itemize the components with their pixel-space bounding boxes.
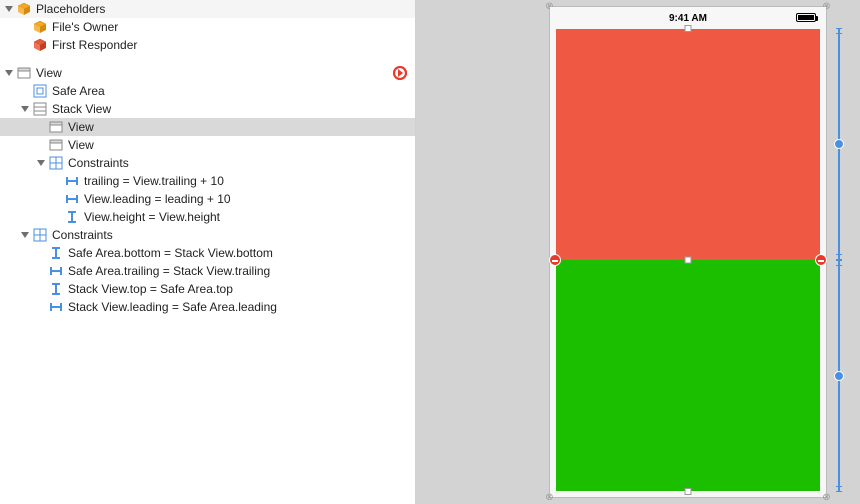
disclosure-triangle-icon[interactable] bbox=[4, 4, 14, 14]
outline-label: Placeholders bbox=[36, 0, 105, 18]
stack-view-canvas[interactable] bbox=[556, 29, 820, 491]
constraint-icon bbox=[48, 263, 64, 279]
stack-icon bbox=[32, 101, 48, 117]
outline-label: Safe Area.bottom = Stack View.bottom bbox=[68, 244, 273, 262]
view-icon bbox=[48, 119, 64, 135]
ruler-handle-icon[interactable] bbox=[834, 139, 844, 149]
ruler-segment bbox=[838, 28, 840, 260]
resize-handle-icon[interactable] bbox=[685, 257, 692, 264]
error-indicator-icon[interactable] bbox=[393, 66, 407, 80]
outline-label: Safe Area bbox=[52, 82, 105, 100]
constraints-icon bbox=[48, 155, 64, 171]
constraint-icon bbox=[48, 245, 64, 261]
top-child-view[interactable] bbox=[556, 29, 820, 260]
outline-label: View bbox=[36, 64, 62, 82]
view-icon bbox=[16, 65, 32, 81]
resize-handle-icon[interactable] bbox=[685, 488, 692, 495]
ruler-segment bbox=[838, 260, 840, 492]
constraint-icon bbox=[48, 281, 64, 297]
outline-label: First Responder bbox=[52, 36, 137, 54]
disclosure-triangle-icon[interactable] bbox=[36, 158, 46, 168]
outline-row-safe-area[interactable]: Safe Area bbox=[0, 82, 415, 100]
outline-row-constraint[interactable]: View.leading = leading + 10 bbox=[0, 190, 415, 208]
constraint-icon bbox=[48, 299, 64, 315]
outline-label: Stack View.leading = Safe Area.leading bbox=[68, 298, 277, 316]
view-icon bbox=[48, 137, 64, 153]
outline-label: Stack View.top = Safe Area.top bbox=[68, 280, 233, 298]
outline-row-constraint[interactable]: View.height = View.height bbox=[0, 208, 415, 226]
outline-label: View bbox=[68, 118, 94, 136]
size-rulers bbox=[832, 28, 846, 492]
outline-row-root-view[interactable]: View bbox=[0, 64, 415, 82]
disclosure-triangle-icon[interactable] bbox=[20, 230, 30, 240]
safe-area-icon bbox=[32, 83, 48, 99]
outline-row-files-owner[interactable]: File's Owner bbox=[0, 18, 415, 36]
outline-label: trailing = View.trailing + 10 bbox=[84, 172, 224, 190]
outline-label: File's Owner bbox=[52, 18, 118, 36]
close-icon: ⊗ bbox=[821, 492, 832, 503]
outline-row-constraint[interactable]: Stack View.leading = Safe Area.leading bbox=[0, 298, 415, 316]
status-time: 9:41 AM bbox=[669, 13, 707, 24]
close-icon: ⊗ bbox=[544, 492, 555, 503]
outline-row-view-constraints[interactable]: Constraints bbox=[0, 226, 415, 244]
outline-label: Constraints bbox=[68, 154, 129, 172]
disclosure-triangle-icon[interactable] bbox=[4, 68, 14, 78]
outline-row-child-view-2[interactable]: View bbox=[0, 136, 415, 154]
ruler-handle-icon[interactable] bbox=[834, 371, 844, 381]
outline-row-stack-constraints[interactable]: Constraints bbox=[0, 154, 415, 172]
outline-row-child-view-1[interactable]: View bbox=[0, 118, 415, 136]
constraint-icon bbox=[64, 191, 80, 207]
outline-label: View bbox=[68, 136, 94, 154]
constraint-conflict-icon[interactable] bbox=[815, 254, 827, 266]
device-frame[interactable]: ⊗ ⊗ ⊗ ⊗ 9:41 AM bbox=[549, 6, 827, 498]
constraint-icon bbox=[64, 173, 80, 189]
outline-label: View.leading = leading + 10 bbox=[84, 190, 231, 208]
outline-label: Stack View bbox=[52, 100, 111, 118]
resize-handle-icon[interactable] bbox=[685, 25, 692, 32]
constraint-conflict-icon[interactable] bbox=[549, 254, 561, 266]
outline-row-first-responder[interactable]: First Responder bbox=[0, 36, 415, 54]
battery-icon bbox=[796, 13, 816, 22]
outline-label: Constraints bbox=[52, 226, 113, 244]
outline-label: View.height = View.height bbox=[84, 208, 220, 226]
outline-row-constraint[interactable]: Safe Area.bottom = Stack View.bottom bbox=[0, 244, 415, 262]
cube-icon bbox=[32, 37, 48, 53]
document-outline[interactable]: Placeholders File's Owner First Responde… bbox=[0, 0, 416, 504]
interface-builder-canvas[interactable]: ⊗ ⊗ ⊗ ⊗ 9:41 AM bbox=[416, 0, 860, 504]
cube-icon bbox=[16, 1, 32, 17]
outline-row-placeholders[interactable]: Placeholders bbox=[0, 0, 415, 18]
outline-row-constraint[interactable]: Safe Area.trailing = Stack View.trailing bbox=[0, 262, 415, 280]
bottom-child-view[interactable] bbox=[556, 260, 820, 491]
outline-label: Safe Area.trailing = Stack View.trailing bbox=[68, 262, 270, 280]
disclosure-triangle-icon[interactable] bbox=[20, 104, 30, 114]
constraints-icon bbox=[32, 227, 48, 243]
outline-row-constraint[interactable]: Stack View.top = Safe Area.top bbox=[0, 280, 415, 298]
constraint-icon bbox=[64, 209, 80, 225]
outline-row-stack-view[interactable]: Stack View bbox=[0, 100, 415, 118]
outline-row-constraint[interactable]: trailing = View.trailing + 10 bbox=[0, 172, 415, 190]
cube-icon bbox=[32, 19, 48, 35]
